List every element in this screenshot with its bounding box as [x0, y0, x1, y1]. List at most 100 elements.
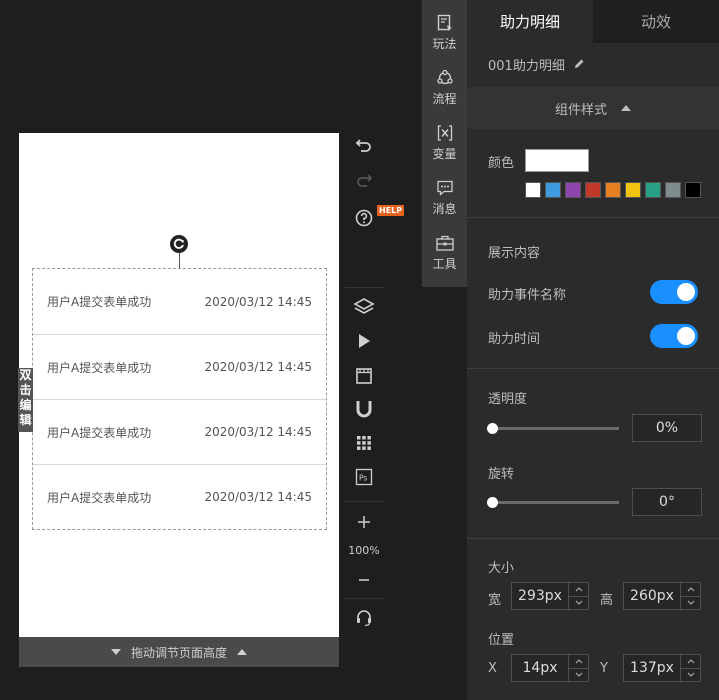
y-stepper[interactable]: 137px — [623, 654, 701, 682]
nav-item-message[interactable]: 消息 — [422, 165, 467, 220]
rotate-handle[interactable] — [170, 235, 188, 253]
nav-label: 玩法 — [432, 37, 457, 51]
zoom-in-button[interactable] — [352, 510, 376, 534]
page-height-drag-bar[interactable]: 拖动调节页面高度 — [19, 637, 339, 667]
tab-animation[interactable]: 动效 — [593, 0, 719, 43]
minus-icon — [359, 579, 369, 581]
flow-icon — [436, 69, 453, 85]
y-label: Y — [600, 661, 608, 676]
nav-label: 工具 — [432, 257, 457, 271]
increment-button[interactable] — [569, 583, 588, 596]
list-item[interactable]: 用户A提交表单成功 2020/03/12 14:45 — [33, 334, 326, 399]
message-icon — [436, 180, 453, 196]
x-label: X — [488, 661, 497, 676]
assist-detail-component[interactable]: 用户A提交表单成功 2020/03/12 14:45 用户A提交表单成功 202… — [32, 268, 327, 530]
color-swatch[interactable] — [665, 182, 681, 198]
event-name: 用户A提交表单成功 — [47, 360, 152, 375]
list-item[interactable]: 用户A提交表单成功 2020/03/12 14:45 — [33, 269, 326, 334]
toggle-label-event-name: 助力事件名称 — [488, 288, 567, 303]
width-stepper[interactable]: 293px — [511, 582, 589, 610]
color-swatch[interactable] — [605, 182, 621, 198]
zoom-out-button[interactable] — [352, 568, 376, 592]
pencil-icon[interactable] — [573, 58, 585, 70]
color-picker[interactable] — [525, 149, 589, 172]
width-value: 293px — [518, 588, 562, 604]
rotate-slider[interactable] — [492, 501, 619, 504]
toggle-label-time: 助力时间 — [488, 332, 541, 347]
height-stepper[interactable]: 260px — [623, 582, 701, 610]
color-swatch[interactable] — [545, 182, 561, 198]
list-item[interactable]: 用户A提交表单成功 2020/03/12 14:45 — [33, 399, 326, 464]
increment-button[interactable] — [569, 655, 588, 668]
increment-button[interactable] — [681, 655, 700, 668]
event-time: 2020/03/12 14:45 — [204, 294, 312, 309]
color-swatch[interactable] — [585, 182, 601, 198]
decrement-button[interactable] — [569, 667, 588, 682]
rotate-slider-handle[interactable] — [487, 497, 498, 508]
variable-icon — [437, 125, 452, 141]
event-time: 2020/03/12 14:45 — [204, 360, 312, 374]
nav-label: 流程 — [432, 92, 457, 106]
list-item[interactable]: 用户A提交表单成功 2020/03/12 14:45 — [33, 464, 326, 529]
grid-icon — [357, 436, 371, 450]
color-swatch[interactable] — [565, 182, 581, 198]
rotate-connector — [179, 253, 180, 269]
color-swatch[interactable] — [685, 182, 701, 198]
toolbar-divider — [345, 501, 385, 502]
x-stepper[interactable]: 14px — [511, 654, 589, 682]
nav-item-tools[interactable]: 工具 — [422, 220, 467, 275]
decrement-button[interactable] — [681, 595, 700, 610]
height-label: 高 — [600, 593, 614, 608]
event-name-toggle[interactable] — [650, 280, 698, 304]
toolbox-icon — [435, 235, 454, 251]
nav-item-variable[interactable]: 变量 — [422, 110, 467, 165]
nav-label: 变量 — [432, 147, 457, 161]
undo-button[interactable] — [352, 133, 376, 157]
increment-button[interactable] — [681, 583, 700, 596]
opacity-slider-handle[interactable] — [487, 423, 498, 434]
redo-icon — [357, 174, 373, 187]
psd-import-button[interactable]: Ps — [352, 465, 376, 489]
section-divider — [467, 538, 719, 539]
height-value: 260px — [630, 588, 674, 604]
chevron-up-icon — [575, 586, 582, 592]
nav-label: 消息 — [432, 202, 457, 216]
layers-button[interactable] — [352, 295, 376, 319]
double-click-edit-tab[interactable]: 双击编辑 — [18, 368, 33, 432]
undo-icon — [355, 139, 371, 152]
color-swatch[interactable] — [625, 182, 641, 198]
opacity-label: 透明度 — [488, 392, 528, 407]
rotate-input[interactable]: 0° — [632, 488, 702, 516]
opacity-input[interactable]: 0% — [632, 414, 702, 442]
toggle-knob — [677, 327, 695, 345]
size-label: 大小 — [488, 561, 515, 576]
preview-button[interactable] — [352, 329, 376, 353]
x-value: 14px — [522, 660, 558, 676]
nav-item-gameplay[interactable]: 玩法 — [422, 0, 467, 55]
event-name: 用户A提交表单成功 — [47, 425, 152, 440]
color-swatch[interactable] — [525, 182, 541, 198]
opacity-slider[interactable] — [492, 427, 619, 430]
grid-button[interactable] — [352, 431, 376, 455]
redo-button[interactable] — [352, 168, 376, 192]
chevron-up-icon — [575, 658, 582, 664]
customer-service-button[interactable] — [352, 606, 376, 630]
timeline-button[interactable] — [352, 364, 376, 388]
help-button[interactable] — [352, 206, 376, 230]
decrement-button[interactable] — [681, 667, 700, 682]
component-style-header[interactable]: 组件样式 — [467, 87, 719, 129]
chevron-down-icon — [575, 600, 582, 606]
rotate-icon — [173, 238, 184, 249]
help-badge: HELP — [377, 205, 405, 216]
time-toggle[interactable] — [650, 324, 698, 348]
tab-assist-detail[interactable]: 助力明细 — [467, 0, 593, 43]
color-swatch[interactable] — [645, 182, 661, 198]
width-label: 宽 — [488, 593, 502, 608]
layers-icon — [353, 298, 375, 314]
toggle-knob — [677, 283, 695, 301]
magnet-button[interactable] — [352, 397, 376, 421]
nav-item-flow[interactable]: 流程 — [422, 55, 467, 110]
style-header-label: 组件样式 — [554, 102, 607, 118]
decrement-button[interactable] — [569, 595, 588, 610]
toolbar-divider — [345, 287, 385, 288]
